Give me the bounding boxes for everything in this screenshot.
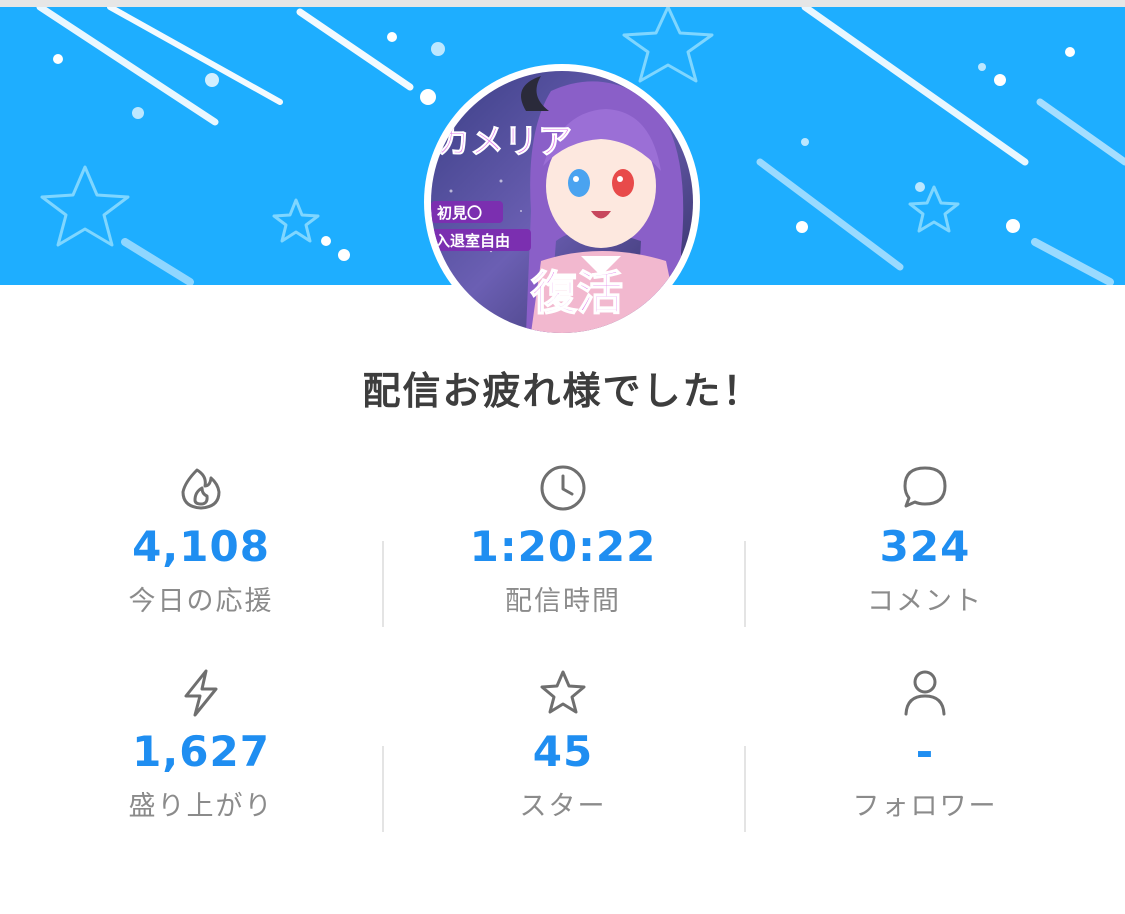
stat-label: コメント (867, 586, 983, 617)
stat-value: 324 (879, 522, 971, 571)
avatar-text-entry: 入退室自由 (435, 232, 510, 250)
avatar[interactable]: カメリア 初見〇 入退室自由 復活 (431, 71, 693, 333)
stat-label: 盛り上がり (128, 791, 274, 822)
avatar-text-first: 初見〇 (437, 204, 482, 222)
stat-value: - (915, 727, 935, 776)
comment-icon (899, 462, 951, 514)
flame-icon (175, 462, 227, 514)
stat-value: 1,627 (132, 727, 270, 776)
person-icon (899, 667, 951, 719)
stat-value: 45 (532, 727, 594, 776)
divider (744, 541, 746, 627)
star-icon (537, 667, 589, 719)
avatar-text-name: カメリア (436, 122, 572, 162)
divider (744, 746, 746, 832)
avatar-text-revival: 復活 (530, 266, 623, 320)
stat-value: 4,108 (132, 522, 270, 571)
stat-label: 配信時間 (505, 586, 621, 617)
clock-icon (537, 462, 589, 514)
stat-label: スター (519, 791, 607, 822)
lightning-icon (175, 667, 227, 719)
divider (382, 541, 384, 627)
stat-label: 今日の応援 (128, 586, 274, 617)
stat-value: 1:20:22 (469, 522, 657, 571)
stat-label: フォロワー (852, 791, 998, 822)
divider (382, 746, 384, 832)
stream-finished-title: 配信お疲れ様でした！ (362, 369, 763, 413)
top-border (0, 0, 1125, 7)
